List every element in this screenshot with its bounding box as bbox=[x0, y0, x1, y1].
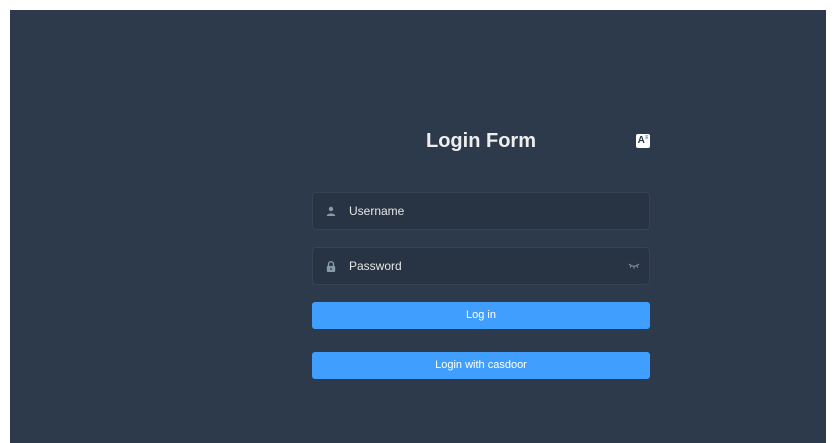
user-icon bbox=[324, 204, 338, 218]
username-field bbox=[312, 192, 650, 230]
login-form: Login Form A≡ Username Log in Login with… bbox=[312, 128, 650, 379]
password-field bbox=[312, 247, 650, 285]
title-container: Login Form A≡ bbox=[312, 128, 650, 168]
page-title: Login Form bbox=[426, 130, 536, 152]
casdoor-login-button[interactable]: Login with casdoor bbox=[312, 352, 650, 379]
login-page: Login Form A≡ Username Log in Login with… bbox=[10, 10, 826, 443]
translate-icon[interactable]: A≡ bbox=[636, 134, 650, 148]
username-input[interactable] bbox=[349, 196, 649, 226]
login-button[interactable]: Log in bbox=[312, 302, 650, 329]
eye-closed-icon[interactable] bbox=[627, 259, 641, 273]
password-input[interactable] bbox=[349, 251, 627, 281]
lock-icon bbox=[324, 259, 338, 273]
